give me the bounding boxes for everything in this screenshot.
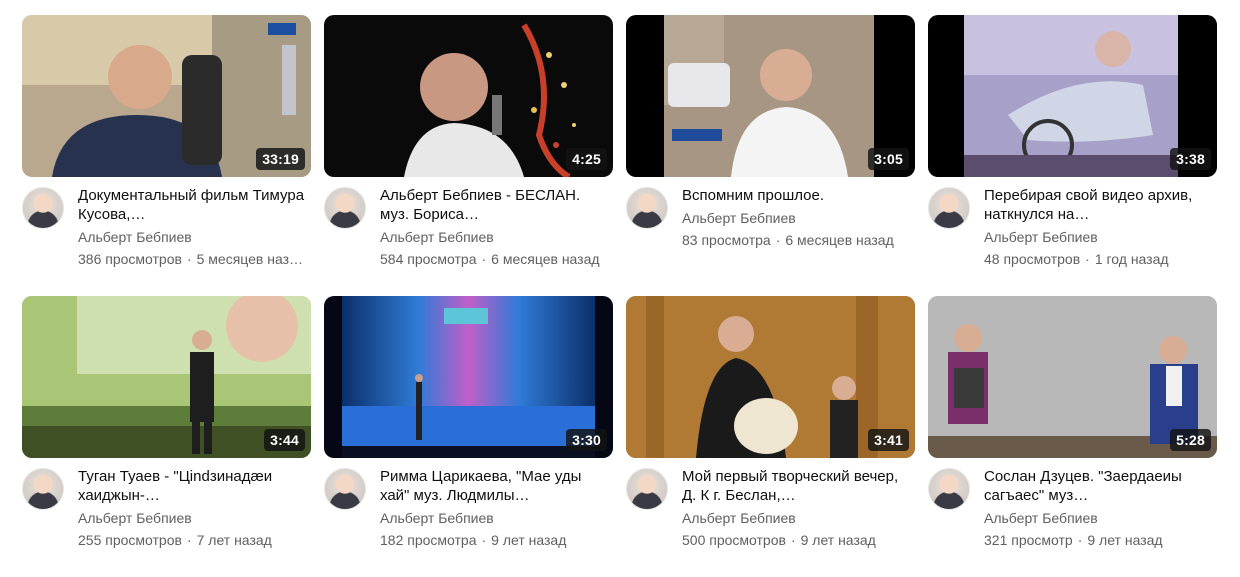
video-stats: 584 просмотра · 6 месяцев назад <box>380 250 613 268</box>
video-title[interactable]: Альберт Бебпиев - БЕСЛАН. муз. Бориса… <box>380 186 613 224</box>
separator: · <box>1085 251 1090 267</box>
video-thumbnail[interactable]: 3:30 <box>324 296 613 458</box>
duration-badge: 33:19 <box>256 148 305 170</box>
channel-avatar[interactable] <box>626 187 668 229</box>
video-card[interactable]: 3:30 Римма Царикаева, "Мае уды хай" муз.… <box>324 296 613 577</box>
separator: · <box>481 532 487 548</box>
duration-badge: 3:41 <box>868 429 909 451</box>
channel-avatar[interactable] <box>928 468 970 510</box>
video-title[interactable]: Туган Туаев - "Цindзинадæи хаиджын-… <box>78 467 311 505</box>
video-grid: 33:19 Документальный фильм Тимура Кусова… <box>22 15 1217 577</box>
upload-age: 6 месяцев назад <box>785 232 894 248</box>
video-thumbnail[interactable]: 33:19 <box>22 15 311 177</box>
video-card[interactable]: 3:38 Перебирая свой видео архив, наткнул… <box>928 15 1217 296</box>
video-card[interactable]: 4:25 Альберт Бебпиев - БЕСЛАН. муз. Бори… <box>324 15 613 296</box>
channel-name[interactable]: Альберт Бебпиев <box>78 228 311 246</box>
view-count: 255 просмотров <box>78 532 182 548</box>
channel-avatar[interactable] <box>928 187 970 229</box>
video-stats: 386 просмотров · 5 месяцев наз… <box>78 250 311 268</box>
video-title[interactable]: Римма Царикаева, "Мае уды хай" муз. Людм… <box>380 467 613 505</box>
video-card[interactable]: 33:19 Документальный фильм Тимура Кусова… <box>22 15 311 296</box>
channel-name[interactable]: Альберт Бебпиев <box>78 509 311 527</box>
channel-avatar[interactable] <box>324 187 366 229</box>
video-title[interactable]: Мой первый творческий вечер, Д. К г. Бес… <box>682 467 915 505</box>
video-card[interactable]: 3:41 Мой первый творческий вечер, Д. К г… <box>626 296 915 577</box>
duration-badge: 5:28 <box>1170 429 1211 451</box>
view-count: 584 просмотра <box>380 251 477 267</box>
video-card[interactable]: 3:05 Вспомним прошлое. Альберт Бебпиев 8… <box>626 15 915 296</box>
channel-name[interactable]: Альберт Бебпиев <box>380 228 613 246</box>
view-count: 321 просмотр <box>984 532 1073 548</box>
video-card[interactable]: 5:28 Сослан Дзуцев. "Заердаеиы сагъаес" … <box>928 296 1217 577</box>
video-stats: 83 просмотра · 6 месяцев назад <box>682 231 915 249</box>
upload-age: 9 лет назад <box>491 532 567 548</box>
separator: · <box>790 532 796 548</box>
video-stats: 321 просмотр · 9 лет назад <box>984 531 1217 549</box>
duration-badge: 3:38 <box>1170 148 1211 170</box>
video-title[interactable]: Документальный фильм Тимура Кусова,… <box>78 186 311 224</box>
upload-age: 5 месяцев наз… <box>196 251 304 267</box>
video-title[interactable]: Сослан Дзуцев. "Заердаеиы сагъаес" муз… <box>984 467 1217 505</box>
view-count: 83 просмотра <box>682 232 771 248</box>
upload-age: 6 месяцев назад <box>491 251 600 267</box>
video-card[interactable]: 3:44 Туган Туаев - "Цindзинадæи хаиджын-… <box>22 296 311 577</box>
channel-name[interactable]: Альберт Бебпиев <box>682 509 915 527</box>
view-count: 500 просмотров <box>682 532 786 548</box>
video-thumbnail[interactable]: 4:25 <box>324 15 613 177</box>
channel-avatar[interactable] <box>324 468 366 510</box>
separator: · <box>481 251 487 267</box>
channel-name[interactable]: Альберт Бебпиев <box>984 509 1217 527</box>
separator: · <box>775 232 781 248</box>
channel-avatar[interactable] <box>626 468 668 510</box>
duration-badge: 3:44 <box>264 429 305 451</box>
view-count: 182 просмотра <box>380 532 477 548</box>
video-thumbnail[interactable]: 3:05 <box>626 15 915 177</box>
separator: · <box>186 532 192 548</box>
video-thumbnail[interactable]: 3:44 <box>22 296 311 458</box>
video-stats: 182 просмотра · 9 лет назад <box>380 531 613 549</box>
video-title[interactable]: Перебирая свой видео архив, наткнулся на… <box>984 186 1217 224</box>
channel-name[interactable]: Альберт Бебпиев <box>984 228 1217 246</box>
video-thumbnail[interactable]: 5:28 <box>928 296 1217 458</box>
duration-badge: 3:30 <box>566 429 607 451</box>
video-thumbnail[interactable]: 3:41 <box>626 296 915 458</box>
view-count: 48 просмотров <box>984 251 1081 267</box>
channel-avatar[interactable] <box>22 468 64 510</box>
video-title[interactable]: Вспомним прошлое. <box>682 186 915 205</box>
separator: · <box>1077 532 1083 548</box>
view-count: 386 просмотров <box>78 251 182 267</box>
upload-age: 9 лет назад <box>1087 532 1163 548</box>
video-stats: 500 просмотров · 9 лет назад <box>682 531 915 549</box>
video-thumbnail[interactable]: 3:38 <box>928 15 1217 177</box>
upload-age: 9 лет назад <box>800 532 876 548</box>
separator: · <box>186 251 192 267</box>
upload-age: 7 лет назад <box>196 532 272 548</box>
duration-badge: 3:05 <box>868 148 909 170</box>
channel-name[interactable]: Альберт Бебпиев <box>380 509 613 527</box>
video-stats: 255 просмотров · 7 лет назад <box>78 531 311 549</box>
upload-age: 1 год назад <box>1094 251 1169 267</box>
channel-name[interactable]: Альберт Бебпиев <box>682 209 915 227</box>
duration-badge: 4:25 <box>566 148 607 170</box>
channel-avatar[interactable] <box>22 187 64 229</box>
video-stats: 48 просмотров · 1 год назад <box>984 250 1217 268</box>
